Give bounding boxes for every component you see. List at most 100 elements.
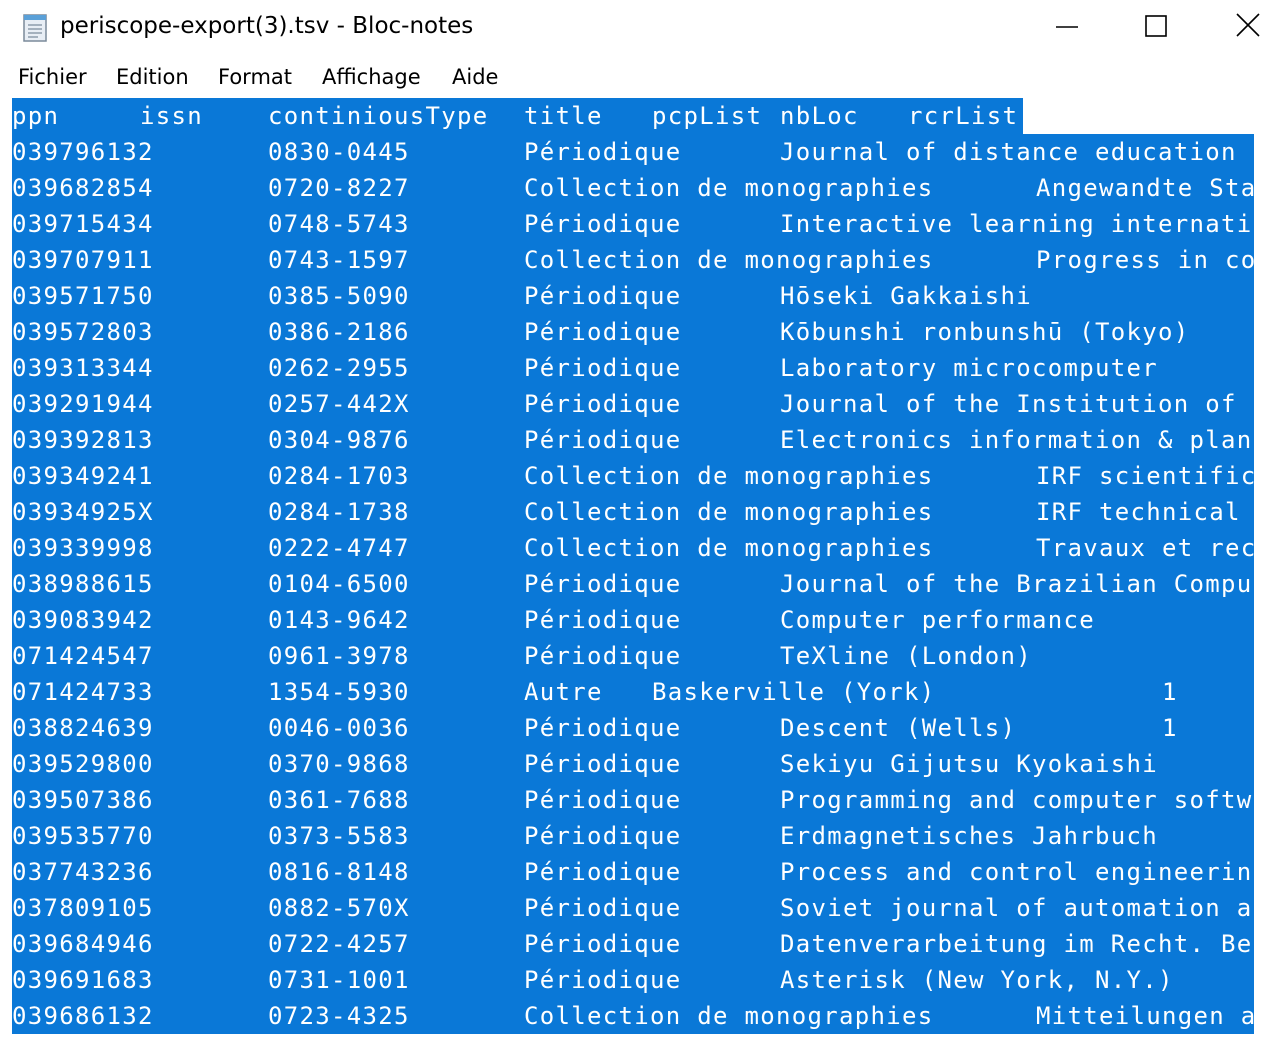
table-row: 039535770 0373-5583 Périodique Erdmagnetisc… [12,818,1254,854]
cell-title: Interactive learning internati [780,210,1253,238]
text-editor[interactable]: ppn issn continiousType title pcpList nb… [12,98,1254,1036]
table-row: 071424547 0961-3978 Périodique TeXline (Lon… [12,638,1254,674]
window-title: periscope-export(3).tsv - Bloc-notes [60,13,474,39]
cell-type: Périodique [524,822,682,850]
cell-ppn: 039796132 [12,138,154,166]
table-row: 039349241 0284-1703 Collection de monograp… [12,458,1254,494]
cell-type: Périodique [524,966,682,994]
title-bar[interactable]: periscope-export(3).tsv - Bloc-notes [0,0,1263,54]
table-row: 037809105 0882-570X Périodique Soviet journ… [12,890,1254,926]
cell-title: Electronics information & plan [780,426,1253,454]
cell-ppn: 039392813 [12,426,154,454]
menu-affichage[interactable]: Affichage [322,60,421,94]
cell-title: Asterisk (New York, N.Y.) [780,966,1174,994]
cell-title: Process and control engineerin [780,858,1253,886]
cell-type: Périodique [524,714,682,742]
menu-aide[interactable]: Aide [452,60,498,94]
cell-issn: 0361-7688 [268,786,410,814]
table-row: 039707911 0743-1597 Collection de monograp… [12,242,1254,278]
table-row: 038824639 0046-0036 Périodique Descent (Wel… [12,710,1254,746]
cell-type: Périodique [524,390,682,418]
table-row: 039691683 0731-1001 Périodique Asterisk (Ne… [12,962,1254,998]
table-row: 039572803 0386-2186 Périodique Kōbunshi ron… [12,314,1254,350]
cell-issn: 0731-1001 [268,966,410,994]
cell-issn: 0373-5583 [268,822,410,850]
cell-issn: 0262-2955 [268,354,410,382]
cell-title: Mitteilungen a [1036,1002,1254,1030]
table-row: 037743236 0816-8148 Périodique Process and … [12,854,1254,890]
cell-issn: 0882-570X [268,894,410,922]
cell-type: Périodique [524,750,682,778]
cell-ppn: 039535770 [12,822,154,850]
header-nbloc: nbLoc [780,102,859,130]
cell-title: Computer performance [780,606,1095,634]
header-issn: issn [140,102,203,130]
cell-issn: 1354-5930 [268,678,410,706]
cell-ppn: 039313344 [12,354,154,382]
cell-title: Kōbunshi ronbunshū (Tokyo) [780,318,1190,346]
cell-ppn: 039572803 [12,318,154,346]
cell-ppn: 039571750 [12,282,154,310]
minimize-button[interactable] [1023,0,1113,54]
cell-issn: 0720-8227 [268,174,410,202]
cell-issn: 0722-4257 [268,930,410,958]
cell-ppn: 071424733 [12,678,154,706]
close-button[interactable] [1203,0,1263,54]
cell-issn: 0143-9642 [268,606,410,634]
maximize-button[interactable] [1113,0,1203,54]
cell-type: Collection de monographies [524,462,934,490]
menu-format[interactable]: Format [218,60,292,94]
table-row: 039686132 0723-4325 Collection de monograp… [12,998,1254,1034]
cell-ppn: 039529800 [12,750,154,778]
cell-title: Datenverarbeitung im Recht. Be [780,930,1253,958]
cell-nbloc: 1 [1162,678,1178,706]
cell-ppn: 071424547 [12,642,154,670]
cell-title: Programming and computer softw [780,786,1253,814]
cell-title: Erdmagnetisches Jahrbuch [780,822,1158,850]
cell-issn: 0961-3978 [268,642,410,670]
editor-right-edge [1254,98,1263,1036]
table-row: 039571750 0385-5090 Périodique Hōseki Gakka… [12,278,1254,314]
table-row: 039796132 0830-0445 Périodique Journal of d… [12,134,1254,170]
cell-type: Périodique [524,606,682,634]
cell-title: Baskerville (York) [652,678,936,706]
cell-issn: 0816-8148 [268,858,410,886]
cell-type: Périodique [524,786,682,814]
cell-ppn: 039291944 [12,390,154,418]
cell-title: Hōseki Gakkaishi [780,282,1032,310]
cell-issn: 0723-4325 [268,1002,410,1030]
cell-title: Travaux et rec [1036,534,1254,562]
cell-ppn: 039682854 [12,174,154,202]
menu-fichier[interactable]: Fichier [18,60,87,94]
cell-title: Soviet journal of automation a [780,894,1253,922]
cell-ppn: 037809105 [12,894,154,922]
cell-ppn: 039083942 [12,606,154,634]
table-row: 039291944 0257-442X Périodique Journal of t… [12,386,1254,422]
cell-title: Journal of distance education [780,138,1237,166]
cell-ppn: 039339998 [12,534,154,562]
cell-issn: 0284-1738 [268,498,410,526]
menu-edition[interactable]: Edition [116,60,189,94]
table-row: 039507386 0361-7688 Périodique Programming … [12,782,1254,818]
cell-title: IRF scientific [1036,462,1254,490]
cell-type: Périodique [524,570,682,598]
cell-ppn: 039691683 [12,966,154,994]
cell-type: Périodique [524,894,682,922]
cell-type: Périodique [524,930,682,958]
notepad-icon [23,14,47,42]
cell-issn: 0222-4747 [268,534,410,562]
table-row: 071424733 1354-5930 Autre Baskerville (York… [12,674,1254,710]
cell-title: Journal of the Institution of [780,390,1237,418]
cell-issn: 0284-1703 [268,462,410,490]
table-row: 039682854 0720-8227 Collection de monograp… [12,170,1254,206]
cell-issn: 0748-5743 [268,210,410,238]
notepad-window: periscope-export(3).tsv - Bloc-notes Fic… [0,0,1263,1041]
header-line: ppn issn continiousType title pcpList nb… [12,98,1023,134]
cell-title: Angewandte Sta [1036,174,1254,202]
cell-nbloc: 1 [1162,714,1178,742]
cell-title: Laboratory microcomputer [780,354,1158,382]
cell-type: Collection de monographies [524,246,934,274]
cell-ppn: 039507386 [12,786,154,814]
table-row: 039715434 0748-5743 Périodique Interactive … [12,206,1254,242]
table-row: 039083942 0143-9642 Périodique Computer per… [12,602,1254,638]
